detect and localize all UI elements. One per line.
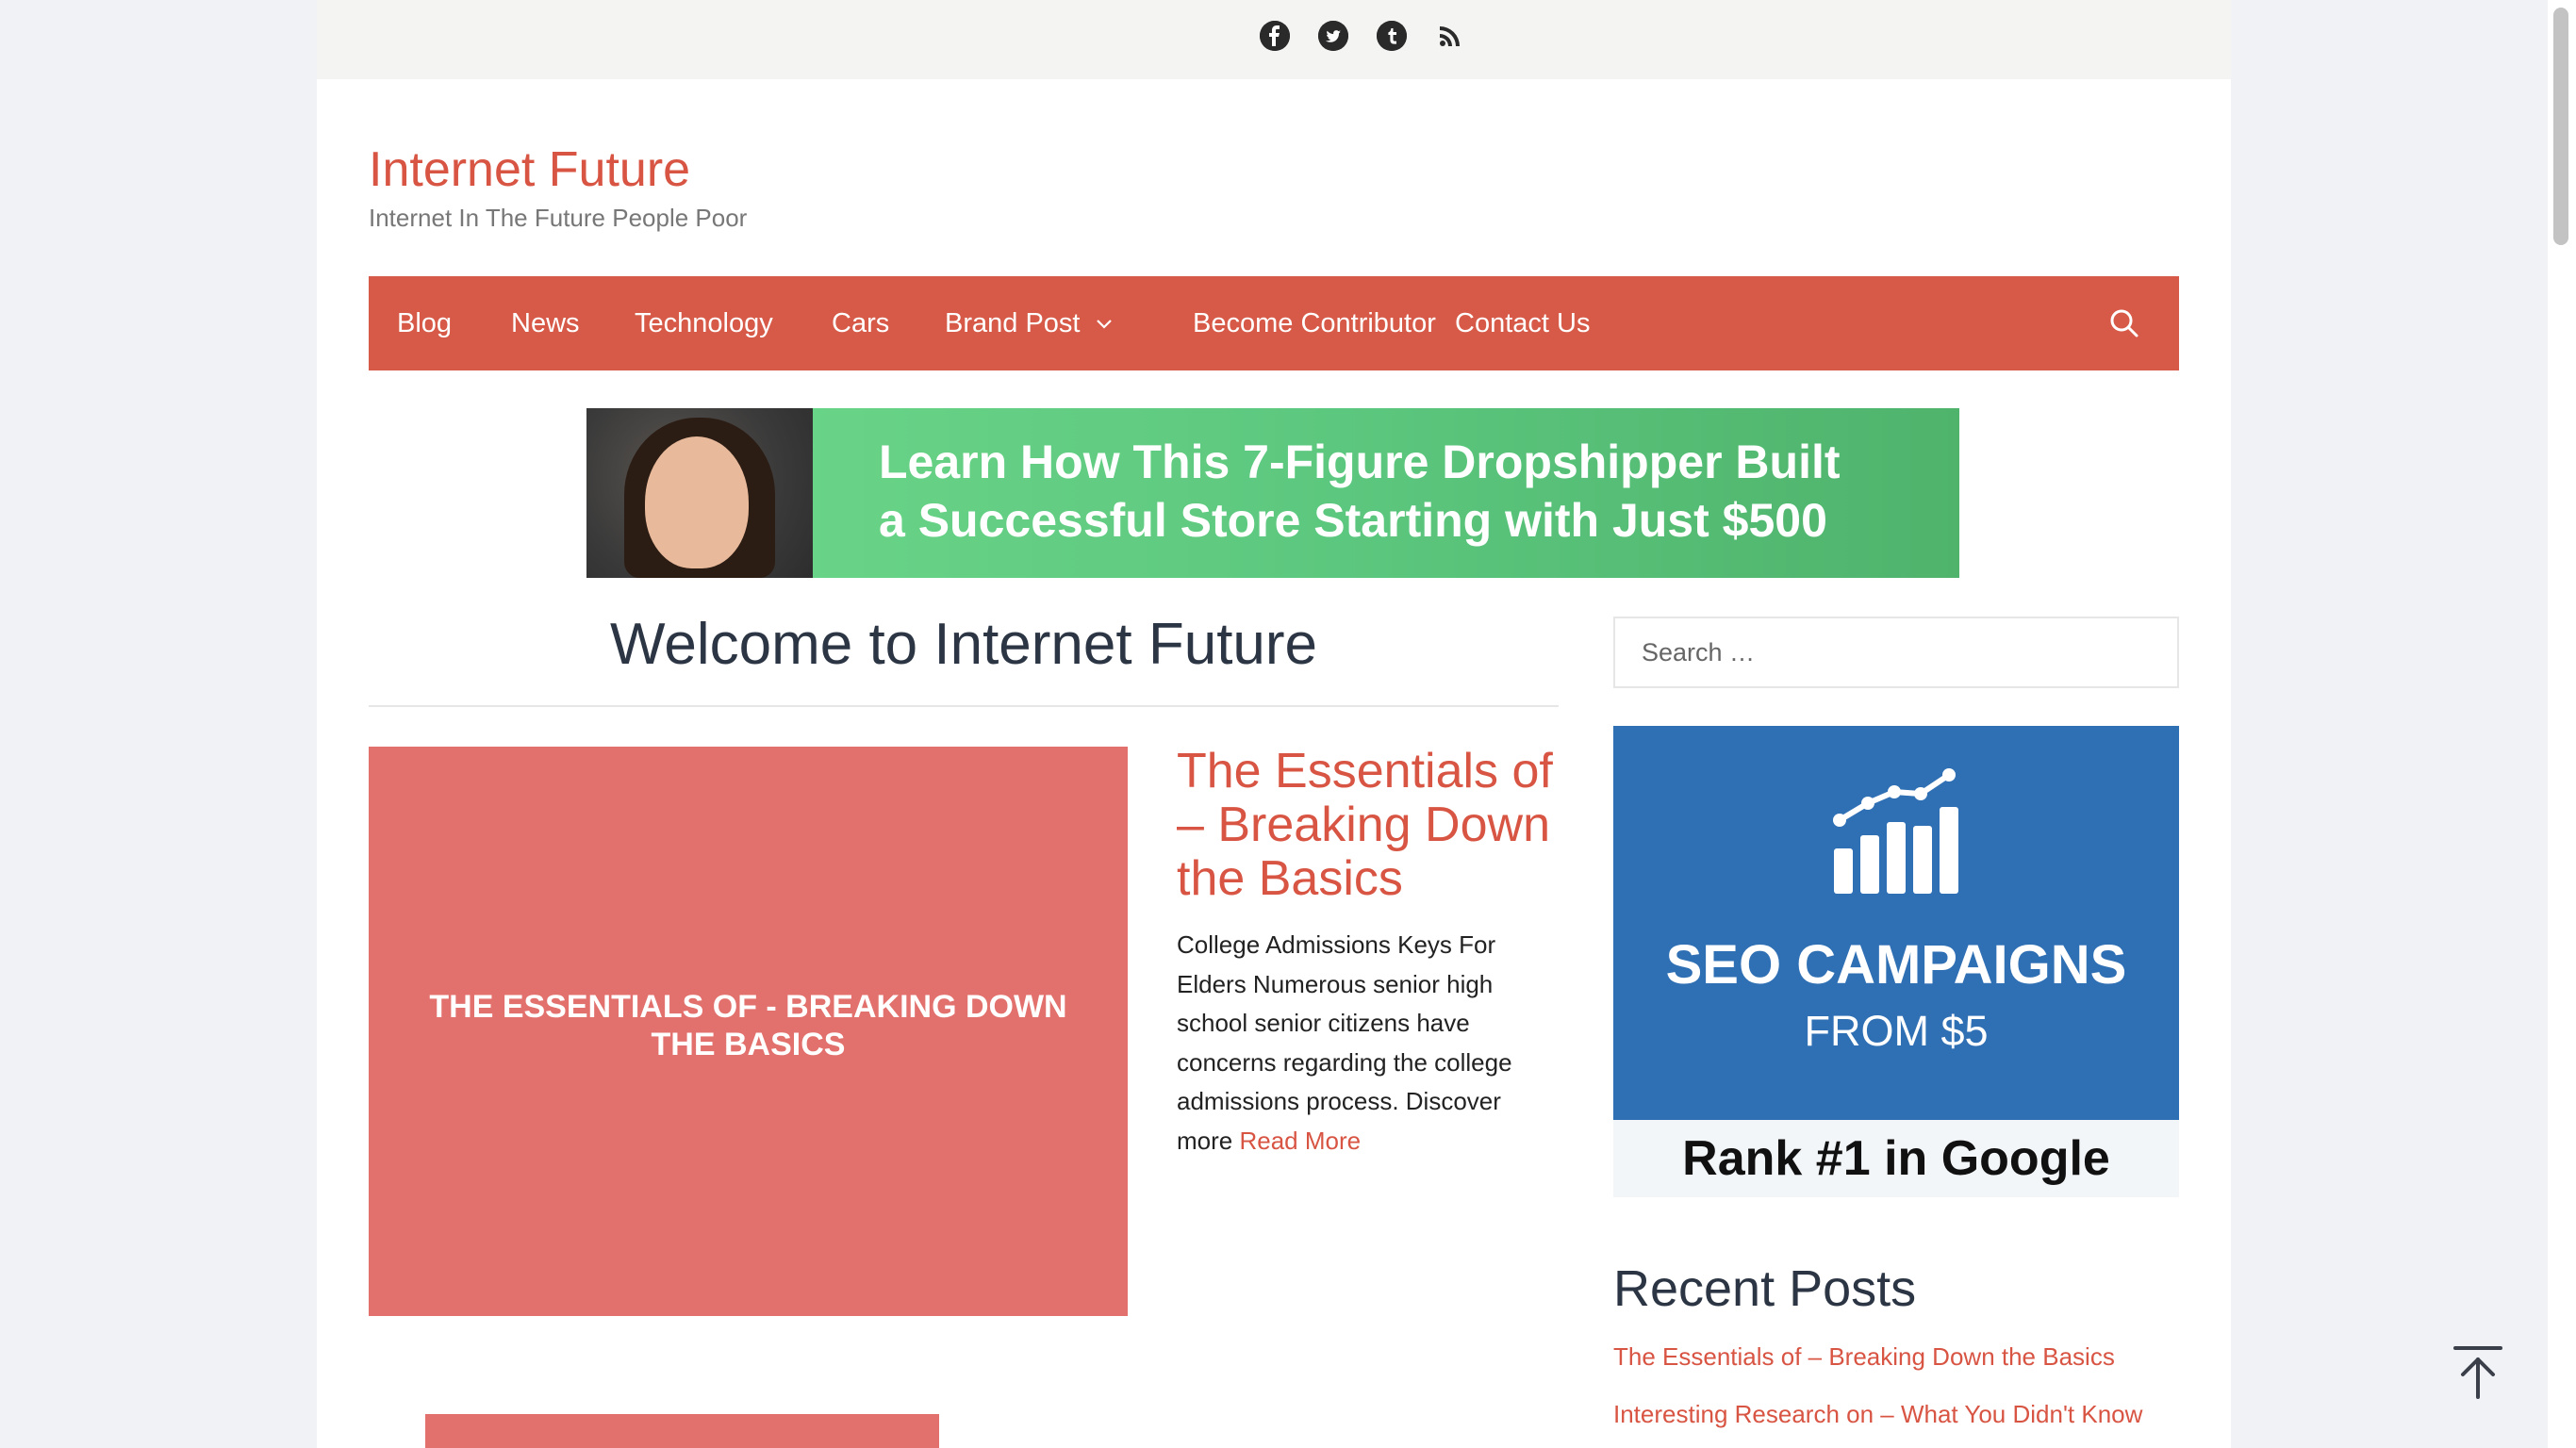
nav-item-news[interactable]: News	[511, 276, 580, 370]
site-tagline: Internet In The Future People Poor	[369, 204, 748, 232]
chevron-down-icon	[1096, 320, 1112, 329]
banner-photo	[586, 408, 813, 578]
scroll-to-top-icon[interactable]	[2452, 1344, 2504, 1401]
rss-icon[interactable]	[1435, 21, 1465, 51]
post-excerpt-text: College Admissions Keys For Elders Numer…	[1177, 930, 1512, 1155]
seo-ad-title: SEO CAMPAIGNS	[1665, 934, 2127, 996]
recent-post-link[interactable]: Interesting Research on – What You Didn'…	[1613, 1400, 2142, 1429]
sidebar-search-input[interactable]: Search …	[1613, 617, 2179, 688]
banner-line-2: a Successful Store Starting with Just $5…	[879, 494, 1827, 547]
top-bar	[317, 0, 2231, 79]
banner-line-1: Learn How This 7-Figure Dropshipper Buil…	[879, 436, 1841, 488]
nav-item-brand-post[interactable]: Brand Post	[945, 276, 1113, 370]
page: Internet Future Internet In The Future P…	[317, 0, 2231, 1448]
recent-post-link[interactable]: The Essentials of – Breaking Down the Ba…	[1613, 1342, 2115, 1372]
nav-item-become-contributor[interactable]: Become Contributor	[1193, 276, 1436, 370]
main-navigation: Blog News Technology Cars Brand Post Bec…	[369, 276, 2179, 370]
seo-ad[interactable]: SEO CAMPAIGNS FROM $5 Rank #1 in Google	[1613, 726, 2179, 1197]
read-more-link[interactable]: Read More	[1239, 1127, 1361, 1155]
search-icon[interactable]	[2107, 306, 2141, 340]
seo-ad-price: FROM $5	[1804, 1007, 1989, 1055]
post-thumbnail[interactable]: THE ESSENTIALS OF - BREAKING DOWN THE BA…	[369, 747, 1128, 1316]
bar-chart-icon	[1833, 768, 1958, 894]
facebook-icon[interactable]	[1260, 21, 1290, 51]
nav-item-contact-us[interactable]: Contact Us	[1455, 276, 1590, 370]
post-thumbnail-text: THE ESSENTIALS OF - BREAKING DOWN THE BA…	[429, 989, 1067, 1062]
scrollbar-thumb[interactable]	[2553, 8, 2568, 245]
banner-photo-face	[645, 436, 749, 568]
nav-item-brand-post-label: Brand Post	[945, 308, 1081, 338]
site-title[interactable]: Internet Future	[369, 141, 690, 198]
banner-text: Learn How This 7-Figure Dropshipper Buil…	[879, 433, 1935, 550]
post-excerpt: College Admissions Keys For Elders Numer…	[1177, 926, 1554, 1160]
nav-item-blog[interactable]: Blog	[397, 276, 452, 370]
recent-posts-heading: Recent Posts	[1613, 1260, 1917, 1317]
seo-ad-tagline: Rank #1 in Google	[1613, 1120, 2179, 1197]
nav-item-cars[interactable]: Cars	[832, 276, 889, 370]
post-title[interactable]: The Essentials of – Breaking Down the Ba…	[1177, 745, 1582, 906]
heading-divider	[369, 705, 1559, 707]
twitter-icon[interactable]	[1318, 21, 1348, 51]
dropshipper-ad-banner[interactable]: Learn How This 7-Figure Dropshipper Buil…	[586, 408, 1959, 578]
page-heading: Welcome to Internet Future	[609, 612, 1318, 677]
nav-item-technology[interactable]: Technology	[635, 276, 773, 370]
next-post-thumbnail[interactable]	[425, 1414, 939, 1448]
tumblr-icon[interactable]	[1377, 21, 1407, 51]
